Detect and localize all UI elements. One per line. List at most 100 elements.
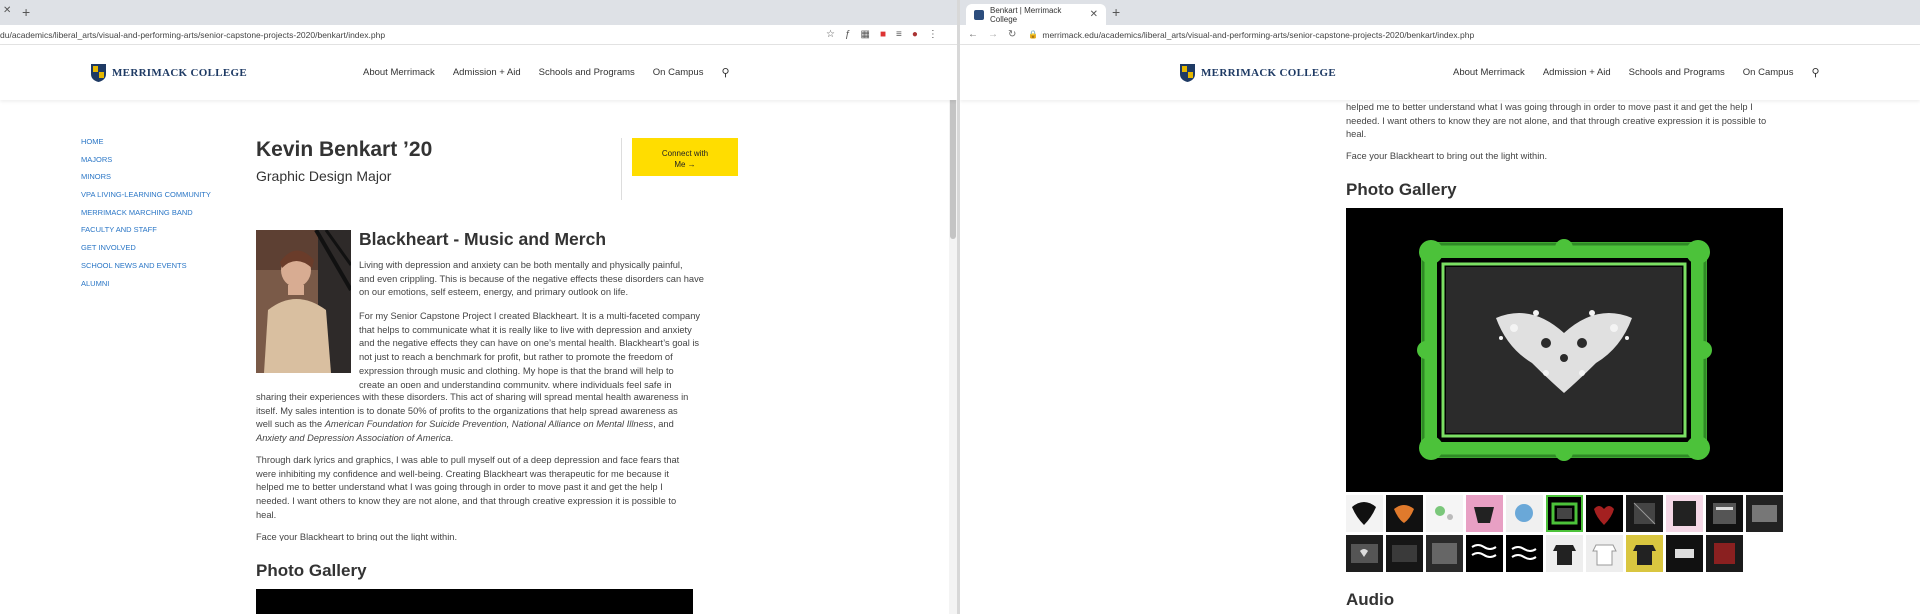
site-logo[interactable]: MERRIMACK COLLEGE [90, 63, 247, 83]
page-scrollbar[interactable] [949, 72, 957, 614]
avatar-icon[interactable]: ● [912, 29, 918, 40]
paragraph-2-full: sharing their experiences with these dis… [256, 391, 688, 446]
paragraph-1: Living with depression and anxiety can b… [359, 259, 704, 300]
text-line: that helps to communicate what it is rea… [359, 324, 692, 335]
nav-campus[interactable]: On Campus [1743, 67, 1794, 78]
gallery-thumb[interactable] [1626, 535, 1663, 572]
left-address-bar[interactable]: du/academics/liberal_arts/visual-and-per… [0, 25, 957, 45]
shield-icon [1180, 63, 1195, 82]
right-address-bar[interactable]: ← → ↻ 🔒 merrimack.edu/academics/liberal_… [960, 25, 1920, 45]
gallery-thumb[interactable] [1666, 495, 1703, 532]
gallery-thumb[interactable] [1506, 535, 1543, 572]
sidebar-item-marching-band[interactable]: MERRIMACK MARCHING BAND [81, 208, 211, 226]
gallery-thumb[interactable] [1426, 535, 1463, 572]
sidebar-item-vpa-llc[interactable]: VPA LIVING-LEARNING COMMUNITY [81, 190, 211, 208]
nav-about[interactable]: About Merrimack [1453, 67, 1525, 78]
paragraph-4: Face your Blackheart to bring out the li… [1346, 150, 1547, 164]
connect-button[interactable]: Connect with Me → [632, 138, 738, 176]
sidebar-item-get-involved[interactable]: GET INVOLVED [81, 243, 211, 261]
gallery-thumb[interactable] [1706, 535, 1743, 572]
paragraph-2-wrap: For my Senior Capstone Project I created… [359, 310, 700, 388]
extensions-bar: ☆ ƒ ▦ ■ ≡ ● ⋮ [826, 29, 938, 40]
site-logo[interactable]: MERRIMACK COLLEGE [1179, 63, 1336, 83]
extension-icon[interactable]: ▦ [861, 29, 870, 40]
gallery-thumb[interactable] [1346, 495, 1383, 532]
new-tab-icon[interactable]: + [22, 4, 30, 20]
screen: ✕ + du/academics/liberal_arts/visual-and… [0, 0, 1920, 614]
translate-icon[interactable]: ƒ [845, 29, 851, 40]
sidebar-item-faculty[interactable]: FACULTY AND STAFF [81, 225, 211, 243]
thumb-image [1586, 495, 1623, 532]
gallery-main-image[interactable] [1346, 208, 1783, 492]
thumb-image [1346, 535, 1383, 572]
sidebar-item-news[interactable]: SCHOOL NEWS AND EVENTS [81, 261, 211, 279]
gallery-thumb[interactable] [1386, 535, 1423, 572]
nav-campus[interactable]: On Campus [653, 67, 704, 78]
text-line: needed. I want others to know they are n… [256, 496, 677, 507]
nav-about[interactable]: About Merrimack [363, 67, 435, 78]
shield-icon [91, 63, 106, 82]
text-line: and the negative effects they can have o… [359, 338, 700, 349]
search-icon[interactable]: ⚲ [1811, 66, 1819, 79]
gallery-thumb[interactable] [1546, 535, 1583, 572]
gallery-thumb[interactable] [1746, 495, 1783, 532]
close-icon[interactable]: ✕ [3, 5, 11, 16]
logo-text: MERRIMACK COLLEGE [1201, 66, 1336, 79]
gallery-thumb[interactable] [1666, 535, 1703, 572]
connect-label-line2: Me → [674, 160, 696, 169]
reload-icon[interactable]: ↻ [1008, 29, 1016, 40]
back-icon[interactable]: ← [968, 29, 978, 40]
thumb-image [1626, 495, 1663, 532]
thumb-image [1346, 495, 1383, 532]
blackheart-frame-image [1346, 208, 1783, 492]
gallery-thumb[interactable] [1386, 495, 1423, 532]
gallery-thumb[interactable] [1706, 495, 1743, 532]
gallery-thumb[interactable] [1586, 535, 1623, 572]
sidebar-item-minors[interactable]: MINORS [81, 172, 211, 190]
gallery-thumb[interactable] [1506, 495, 1543, 532]
gallery-thumb[interactable] [1426, 495, 1463, 532]
sidebar-item-alumni[interactable]: ALUMNI [81, 279, 211, 297]
extension-red-icon[interactable]: ■ [880, 29, 886, 40]
media-icon[interactable]: ≡ [896, 29, 902, 40]
forward-icon[interactable]: → [988, 29, 998, 40]
photo-gallery-heading: Photo Gallery [256, 561, 367, 580]
text-line: Face your Blackheart to bring out the li… [256, 532, 458, 541]
gallery-thumb[interactable] [1626, 495, 1663, 532]
nav-admission[interactable]: Admission + Aid [453, 67, 521, 78]
lock-icon[interactable]: 🔒 [1028, 30, 1038, 39]
thumb-image [1546, 535, 1583, 572]
text-line: were inhibiting my confidence and well-b… [256, 468, 669, 479]
close-icon[interactable]: ✕ [1090, 9, 1098, 20]
gallery-thumb[interactable] [1466, 495, 1503, 532]
address-url[interactable]: merrimack.edu/academics/liberal_arts/vis… [1042, 30, 1474, 40]
sidebar-item-home[interactable]: HOME [81, 137, 211, 155]
text-span: well such as the [256, 419, 325, 430]
gallery-thumb-selected[interactable] [1546, 495, 1583, 532]
menu-icon[interactable]: ⋮ [928, 29, 938, 40]
gallery-main-image[interactable] [256, 589, 693, 614]
text-line: expression through music and clothing. M… [359, 365, 674, 376]
photo-gallery-heading: Photo Gallery [1346, 180, 1457, 199]
text-line: not just to reach a benchmark for profit… [359, 352, 673, 363]
nav-admission[interactable]: Admission + Aid [1543, 67, 1611, 78]
gallery-thumb[interactable] [1346, 535, 1383, 572]
text-line: create an open and understanding communi… [359, 379, 672, 388]
text-line: well such as the American Foundation for… [256, 418, 688, 432]
text-span: , and [653, 419, 674, 430]
text-line: sharing their experiences with these dis… [256, 392, 689, 402]
connect-label-line1: Connect with [661, 149, 709, 158]
new-tab-icon[interactable]: + [1112, 4, 1120, 20]
star-icon[interactable]: ☆ [826, 29, 835, 40]
nav-schools[interactable]: Schools and Programs [539, 67, 635, 78]
search-icon[interactable]: ⚲ [721, 66, 729, 79]
gallery-thumb[interactable] [1466, 535, 1503, 572]
gallery-thumb[interactable] [1586, 495, 1623, 532]
nav-schools[interactable]: Schools and Programs [1629, 67, 1725, 78]
thumb-image [1426, 535, 1463, 572]
sidebar-item-majors[interactable]: MAJORS [81, 155, 211, 173]
tab-benkart[interactable]: Benkart | Merrimack College ✕ [966, 4, 1106, 25]
address-url[interactable]: du/academics/liberal_arts/visual-and-per… [0, 30, 385, 40]
left-browser-window: ✕ + du/academics/liberal_arts/visual-and… [0, 0, 957, 614]
thumb-image [1506, 495, 1543, 532]
